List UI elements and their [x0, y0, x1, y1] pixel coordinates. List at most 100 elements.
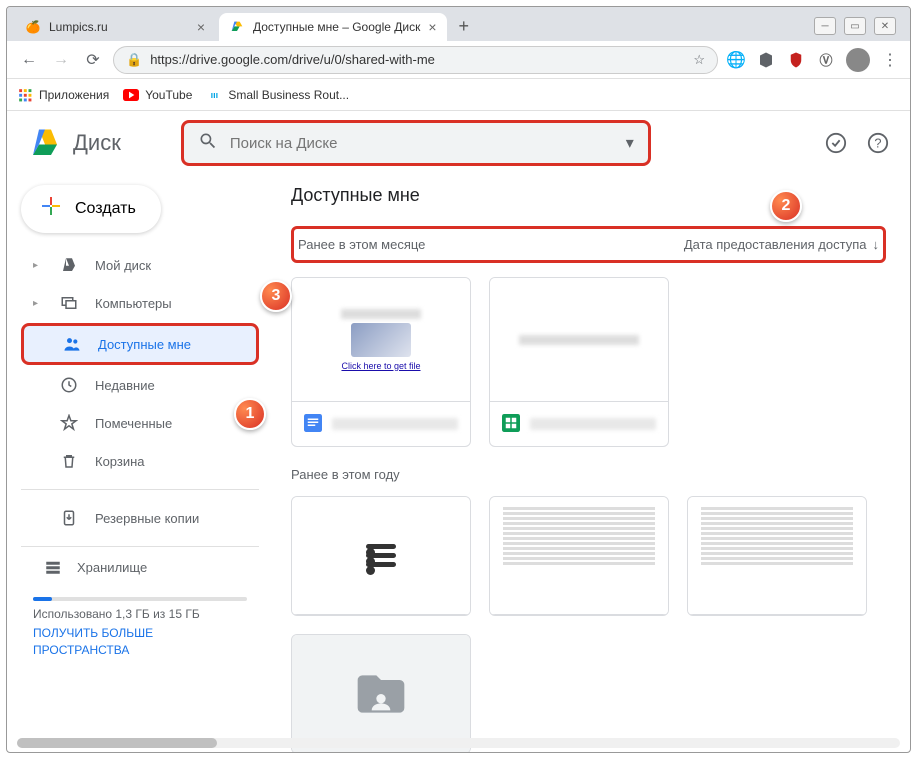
nav-label: Мой диск [95, 258, 151, 273]
help-icon[interactable]: ? [866, 131, 890, 155]
nav-label: Хранилище [77, 560, 147, 575]
window-maximize-button[interactable]: ▭ [844, 17, 866, 35]
sidebar: Создать ▸ Мой диск ▸ Компьютеры ▸ Доступ… [7, 175, 267, 752]
expand-icon[interactable]: ▸ [33, 260, 43, 271]
backups-icon [59, 508, 79, 528]
search-input[interactable] [230, 135, 614, 152]
sbr-bookmark[interactable]: ııı Small Business Rout... [206, 87, 349, 103]
search-icon [198, 131, 218, 156]
file-name [530, 418, 656, 430]
sidebar-item-recent[interactable]: ▸ Недавние [21, 367, 259, 403]
star-bookmark-icon[interactable]: ☆ [693, 52, 705, 68]
url-text: https://drive.google.com/drive/u/0/share… [150, 52, 685, 67]
list-icon [366, 540, 396, 571]
tab-close-icon[interactable]: × [428, 19, 436, 35]
sidebar-item-my-drive[interactable]: ▸ Мой диск [21, 247, 259, 283]
storage-used-text: Использовано 1,3 ГБ из 15 ГБ [33, 607, 247, 621]
browser-tab[interactable]: 🍊 Lumpics.ru × [15, 13, 215, 41]
tab-close-icon[interactable]: × [197, 19, 205, 35]
extension-shield-icon[interactable] [786, 50, 806, 70]
file-card[interactable] [291, 634, 471, 752]
bookmark-label: Приложения [39, 88, 109, 102]
extension-v-icon[interactable]: Ⓥ [816, 50, 836, 70]
get-more-storage-link[interactable]: ПОЛУЧИТЬ БОЛЬШЕ ПРОСТРАНСТВА [33, 625, 247, 659]
drive-favicon-icon [229, 19, 245, 35]
lock-icon: 🔒 [126, 52, 142, 68]
browser-tab-active[interactable]: Доступные мне – Google Диск × [219, 13, 447, 41]
file-preview [688, 497, 866, 615]
sort-button[interactable]: Дата предоставления доступа ↓ [684, 237, 879, 252]
drive-logo-icon [27, 125, 63, 161]
sidebar-item-shared[interactable]: ▸ Доступные мне [21, 323, 259, 365]
offline-ready-icon[interactable] [824, 131, 848, 155]
create-label: Создать [75, 200, 136, 218]
tab-title: Lumpics.ru [49, 20, 108, 34]
storage-progress-bar [33, 597, 247, 601]
bookmarks-bar: Приложения YouTube ııı Small Business Ro… [7, 79, 910, 111]
sbr-icon: ııı [206, 87, 222, 103]
nav-label: Помеченные [95, 416, 172, 431]
tab-favicon-icon: 🍊 [25, 19, 41, 35]
sidebar-item-backups[interactable]: ▸ Резервные копии [21, 500, 259, 536]
globe-icon[interactable]: 🌐 [726, 50, 746, 70]
file-card[interactable] [489, 496, 669, 616]
browser-menu-icon[interactable]: ⋮ [880, 50, 900, 70]
docs-icon [304, 414, 324, 434]
forward-button[interactable]: → [49, 48, 73, 72]
section-label: Ранее в этом месяце [298, 237, 684, 252]
sidebar-item-storage[interactable]: Хранилище [21, 557, 259, 577]
main-content: Доступные мне Ранее в этом месяце Дата п… [267, 175, 910, 752]
sidebar-item-trash[interactable]: ▸ Корзина [21, 443, 259, 479]
file-card[interactable]: Click here to get file [291, 277, 471, 447]
sidebar-divider [21, 546, 259, 547]
svg-text:?: ? [874, 136, 881, 151]
nav-label: Резервные копии [95, 511, 199, 526]
clock-icon [59, 375, 79, 395]
youtube-icon [123, 87, 139, 103]
extension-cube-icon[interactable] [756, 50, 776, 70]
section-header-month: Ранее в этом месяце Дата предоставления … [291, 226, 886, 263]
bookmark-label: YouTube [145, 88, 192, 102]
file-card[interactable] [687, 496, 867, 616]
reload-button[interactable]: ⟳ [81, 48, 105, 72]
apps-grid-icon [17, 87, 33, 103]
window-minimize-button[interactable]: ─ [814, 17, 836, 35]
file-card[interactable] [489, 277, 669, 447]
tab-title: Доступные мне – Google Диск [253, 20, 420, 34]
shared-icon [62, 334, 82, 354]
file-preview [292, 635, 470, 752]
expand-icon[interactable]: ▸ [33, 298, 43, 309]
annotation-marker-3: 3 [260, 280, 292, 312]
back-button[interactable]: ← [17, 48, 41, 72]
file-card[interactable] [291, 496, 471, 616]
shared-folder-icon [353, 666, 409, 722]
star-icon [59, 413, 79, 433]
sidebar-item-starred[interactable]: ▸ Помеченные [21, 405, 259, 441]
arrow-down-icon: ↓ [873, 237, 880, 252]
sort-label-text: Дата предоставления доступа [684, 237, 867, 252]
apps-bookmark[interactable]: Приложения [17, 87, 109, 103]
drive-logo[interactable]: Диск [27, 125, 121, 161]
sidebar-item-computers[interactable]: ▸ Компьютеры [21, 285, 259, 321]
nav-label: Корзина [95, 454, 145, 469]
nav-label: Доступные мне [98, 337, 191, 352]
nav-label: Недавние [95, 378, 155, 393]
search-box[interactable]: ▾ [181, 120, 651, 166]
horizontal-scrollbar[interactable] [17, 738, 900, 748]
new-tab-button[interactable]: + [451, 12, 478, 41]
profile-avatar[interactable] [846, 48, 870, 72]
plus-icon [39, 194, 63, 225]
url-field[interactable]: 🔒 https://drive.google.com/drive/u/0/sha… [113, 46, 718, 74]
create-button[interactable]: Создать [21, 185, 161, 233]
search-options-dropdown-icon[interactable]: ▾ [626, 133, 634, 153]
annotation-marker-1: 1 [234, 398, 266, 430]
window-close-button[interactable]: ✕ [874, 17, 896, 35]
annotation-marker-2: 2 [770, 190, 802, 222]
trash-icon [59, 451, 79, 471]
file-preview: Click here to get file [292, 278, 470, 402]
computers-icon [59, 293, 79, 313]
browser-tabs-bar: 🍊 Lumpics.ru × Доступные мне – Google Ди… [7, 7, 910, 41]
address-bar: ← → ⟳ 🔒 https://drive.google.com/drive/u… [7, 41, 910, 79]
sheets-icon [502, 414, 522, 434]
youtube-bookmark[interactable]: YouTube [123, 87, 192, 103]
